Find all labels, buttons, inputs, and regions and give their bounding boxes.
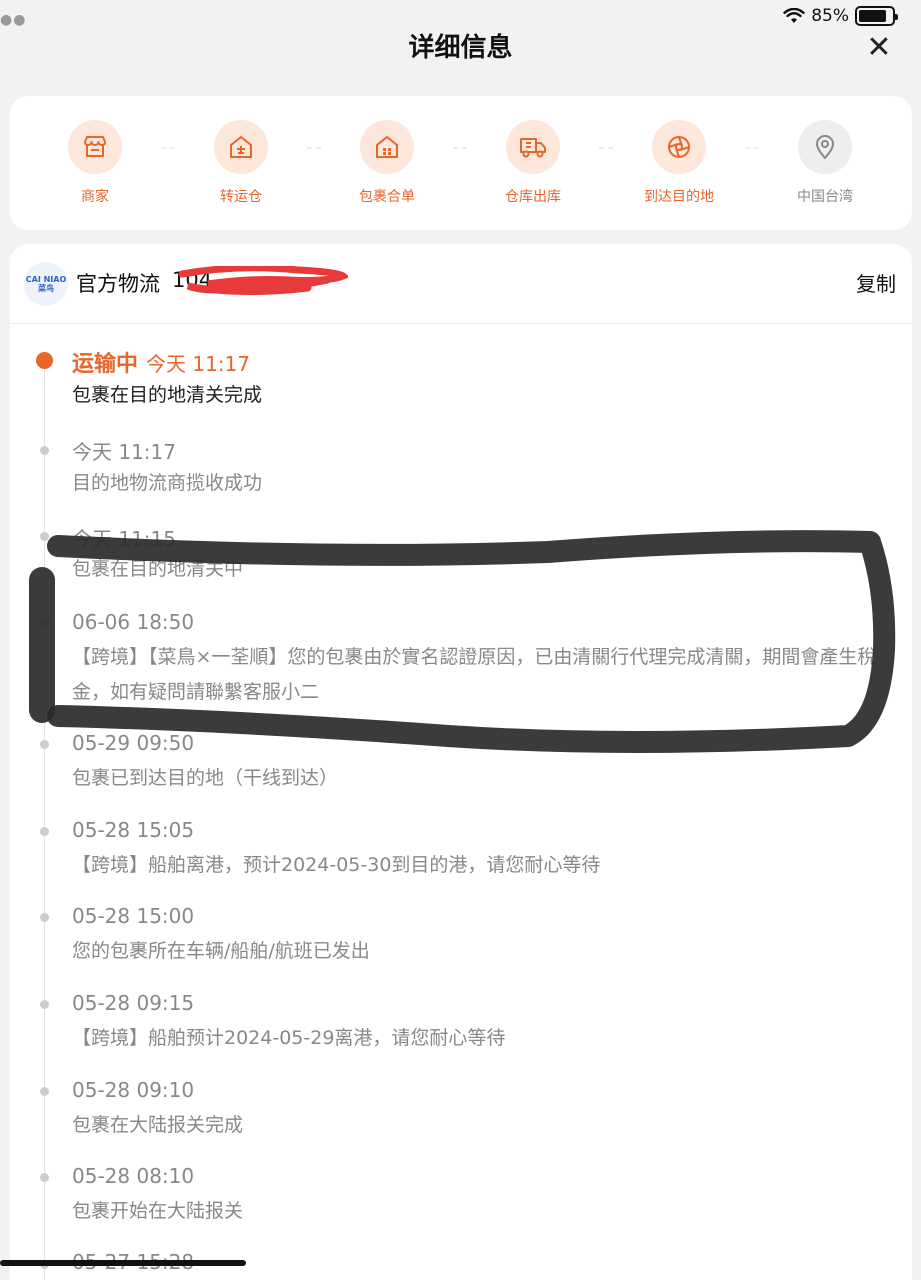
event-time: 05-28 15:05 bbox=[72, 818, 195, 842]
event-desc: 包裹在目的地清关完成 bbox=[72, 384, 263, 406]
step-arrive-destination[interactable]: 到达目的地 bbox=[619, 120, 739, 206]
event-header: 运输中 今天 11:17 bbox=[72, 346, 250, 378]
step-merchant[interactable]: 商家 bbox=[35, 120, 155, 206]
event-time: 05-28 15:00 bbox=[72, 904, 195, 928]
step-label: 仓库出库 bbox=[505, 189, 561, 205]
battery-percent: 85% bbox=[811, 6, 849, 26]
event-time: 05-28 09:10 bbox=[72, 1078, 195, 1102]
event-desc: 包裹开始在大陆报关 bbox=[72, 1200, 244, 1222]
progress-steps-card: 商家 转运仓 包裹合单 仓库出库 到达目的地 中国台湾 bbox=[10, 96, 912, 230]
home-indicator[interactable] bbox=[0, 1260, 246, 1266]
event-desc: 【跨境】【菜鳥×一荃順】您的包裹由於實名認證原因，已由清關行代理完成清關，期間會… bbox=[72, 646, 877, 703]
merge-package-icon bbox=[360, 120, 414, 174]
dot-icon bbox=[40, 1000, 49, 1009]
header: 详细信息 ✕ bbox=[0, 28, 921, 68]
step-merge-package[interactable]: 包裹合单 bbox=[327, 120, 447, 206]
dot-icon bbox=[40, 913, 49, 922]
event-desc: 目的地物流商揽收成功 bbox=[72, 472, 263, 494]
step-transfer-warehouse[interactable]: 转运仓 bbox=[181, 120, 301, 206]
carrier-logo-text: CAI NIAO 菜鸟 bbox=[25, 275, 67, 293]
active-dot-icon bbox=[36, 352, 53, 369]
wifi-icon bbox=[783, 8, 805, 23]
shipping-status: 运输中 bbox=[72, 352, 139, 377]
step-label: 商家 bbox=[81, 189, 109, 205]
timeline-line bbox=[44, 360, 45, 1280]
event-desc: 包裹在目的地清关中 bbox=[72, 558, 244, 580]
step-label: 到达目的地 bbox=[644, 189, 714, 205]
transfer-warehouse-icon bbox=[214, 120, 268, 174]
battery-icon bbox=[855, 6, 898, 26]
dot-icon bbox=[40, 619, 49, 628]
event-time: 今天 11:17 bbox=[72, 440, 176, 464]
store-icon bbox=[68, 120, 122, 174]
step-destination-region[interactable]: 中国台湾 bbox=[765, 120, 885, 206]
event-time: 05-29 09:50 bbox=[72, 731, 195, 755]
event-time: 05-28 09:15 bbox=[72, 991, 195, 1015]
carrier-row: CAI NIAO 菜鸟 官方物流 104 复制 bbox=[10, 244, 912, 324]
copy-button[interactable]: 复制 bbox=[856, 268, 896, 297]
truck-icon bbox=[506, 120, 560, 174]
close-icon[interactable]: ✕ bbox=[861, 30, 897, 66]
event-time: 06-06 18:50 bbox=[72, 610, 195, 634]
step-label: 转运仓 bbox=[220, 189, 262, 205]
tracking-card: CAI NIAO 菜鸟 官方物流 104 复制 运输中 今天 11:17 包裹在目… bbox=[10, 244, 912, 1280]
carrier-name: 官方物流 bbox=[76, 272, 160, 296]
dot-icon bbox=[40, 1087, 49, 1096]
event-desc: 【跨境】船舶离港，预计2024-05-30到目的港，请您耐心等待 bbox=[72, 854, 601, 876]
status-right: 85% bbox=[783, 6, 898, 26]
event-desc: 您的包裹所在车辆/船舶/航班已发出 bbox=[72, 940, 370, 962]
event-time: 今天 11:15 bbox=[72, 527, 176, 551]
redaction-scribble bbox=[178, 266, 348, 296]
page-title: 详细信息 bbox=[408, 33, 513, 63]
dot-icon bbox=[40, 532, 49, 541]
step-warehouse-out[interactable]: 仓库出库 bbox=[473, 120, 593, 206]
dot-icon bbox=[40, 446, 49, 455]
step-label: 中国台湾 bbox=[797, 189, 853, 205]
location-pin-icon bbox=[798, 120, 852, 174]
dot-icon bbox=[40, 827, 49, 836]
event-desc: 包裹在大陆报关完成 bbox=[72, 1114, 244, 1136]
step-label: 包裹合单 bbox=[359, 189, 415, 205]
multitasking-dots-icon[interactable]: ●● bbox=[0, 12, 26, 28]
event-time: 05-28 08:10 bbox=[72, 1164, 195, 1188]
event-desc: 【跨境】船舶预计2024-05-29离港，请您耐心等待 bbox=[72, 1027, 506, 1049]
event-time: 今天 11:17 bbox=[146, 352, 251, 376]
event-desc: 包裹已到达目的地（干线到达） bbox=[72, 767, 339, 789]
aperture-icon bbox=[652, 120, 706, 174]
cainiao-logo: CAI NIAO 菜鸟 bbox=[24, 262, 68, 306]
dot-icon bbox=[40, 1173, 49, 1182]
dot-icon bbox=[40, 740, 49, 749]
